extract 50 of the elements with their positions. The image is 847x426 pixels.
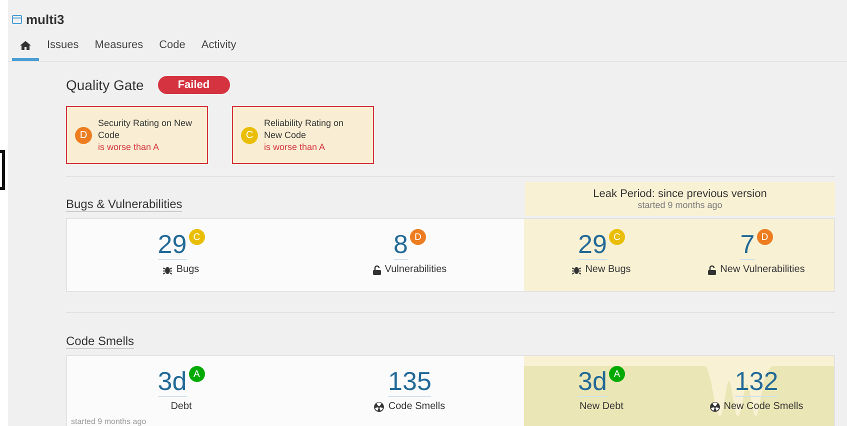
section-title: Quality Gate	[66, 77, 144, 93]
status-badge: Failed	[158, 76, 230, 94]
measure-label: Code Smells	[388, 401, 446, 412]
condition-metric: Reliability Rating on New Code	[264, 117, 345, 141]
condition-card[interactable]: D Security Rating on New Code is worse than A	[66, 106, 208, 164]
measure-label: Vulnerabilities	[384, 264, 447, 275]
measure-label: New Code Smells	[724, 401, 804, 412]
nav-tab[interactable]: Issues	[39, 34, 87, 61]
project-icon	[12, 14, 22, 24]
leak-period-date: started 9 months ago	[638, 200, 722, 210]
padlock-icon	[372, 264, 381, 274]
rating-badge: D	[756, 229, 773, 245]
measure-label: New Vulnerabilities	[720, 264, 805, 275]
nav-tab[interactable]: Activity	[193, 34, 244, 61]
measure-value[interactable]: 135	[388, 366, 432, 397]
condition-card[interactable]: C Reliability Rating on New Code is worse than A	[232, 106, 374, 164]
measure-value[interactable]: 132	[734, 366, 778, 397]
bracket-mark	[0, 150, 5, 190]
home-icon	[20, 40, 31, 50]
bug-icon	[163, 264, 172, 274]
nav-tab[interactable]: Code	[151, 34, 194, 61]
condition-message: is worse than A	[98, 141, 160, 153]
rating-badge: A	[188, 366, 205, 382]
measure-label: Bugs	[176, 264, 200, 275]
nav-tab[interactable]: Measures	[86, 34, 152, 61]
measure-value[interactable]: 3d	[158, 366, 187, 397]
leak-period-title: Leak Period: since previous version	[593, 188, 767, 200]
measure-label: Debt	[170, 401, 192, 412]
measure-value[interactable]: 29	[158, 229, 187, 260]
rating-badge: D	[75, 126, 92, 144]
section-title: Code Smells	[66, 334, 134, 349]
condition-metric: Security Rating on New Code	[98, 117, 194, 141]
rating-badge: C	[188, 229, 205, 245]
measure-label: New Bugs	[585, 264, 631, 275]
padlock-icon	[708, 264, 716, 274]
measure-value[interactable]: 29	[578, 229, 607, 260]
measure-value[interactable]: 7	[740, 229, 755, 260]
bug-icon	[572, 264, 582, 274]
section-title: Bugs & Vulnerabilities	[66, 197, 182, 212]
condition-message: is worse than A	[264, 141, 326, 153]
rating-badge: C	[608, 229, 625, 245]
rating-badge: D	[410, 229, 426, 245]
measure-value[interactable]: 3d	[578, 366, 607, 397]
measure-value[interactable]: 8	[394, 229, 408, 260]
footnote: started 9 months ago	[71, 417, 146, 426]
project-name: multi3	[26, 12, 64, 26]
radiation-icon	[374, 402, 384, 412]
radiation-icon	[710, 402, 720, 412]
rating-badge: C	[241, 126, 258, 144]
measure-label: New Debt	[580, 401, 624, 412]
